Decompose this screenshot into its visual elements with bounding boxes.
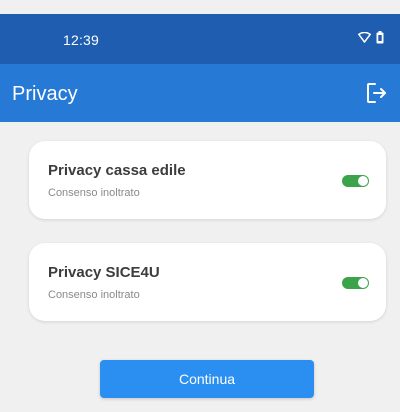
consent-toggle-cassa-edile[interactable] xyxy=(342,175,369,187)
battery-icon xyxy=(376,31,384,44)
phone-screen: 12:39 Privacy Privacy cassa edile Consen… xyxy=(0,0,400,412)
card-subtitle: Consenso inoltrato xyxy=(48,187,140,199)
wifi-icon xyxy=(358,32,371,43)
app-bar: Privacy xyxy=(0,64,400,122)
status-time: 12:39 xyxy=(63,32,100,48)
card-title: Privacy cassa edile xyxy=(48,162,186,179)
status-bar: 12:39 xyxy=(0,14,400,64)
card-title: Privacy SICE4U xyxy=(48,264,160,281)
page-title: Privacy xyxy=(12,83,78,105)
privacy-card-cassa-edile: Privacy cassa edile Consenso inoltrato xyxy=(29,141,386,219)
privacy-card-sice4u: Privacy SICE4U Consenso inoltrato xyxy=(29,243,386,321)
continue-button[interactable]: Continua xyxy=(100,360,314,398)
status-icons xyxy=(358,31,384,44)
toggle-knob xyxy=(358,176,368,186)
logout-icon[interactable] xyxy=(363,80,389,106)
consent-toggle-sice4u[interactable] xyxy=(342,277,369,289)
card-subtitle: Consenso inoltrato xyxy=(48,289,140,301)
toggle-knob xyxy=(358,278,368,288)
